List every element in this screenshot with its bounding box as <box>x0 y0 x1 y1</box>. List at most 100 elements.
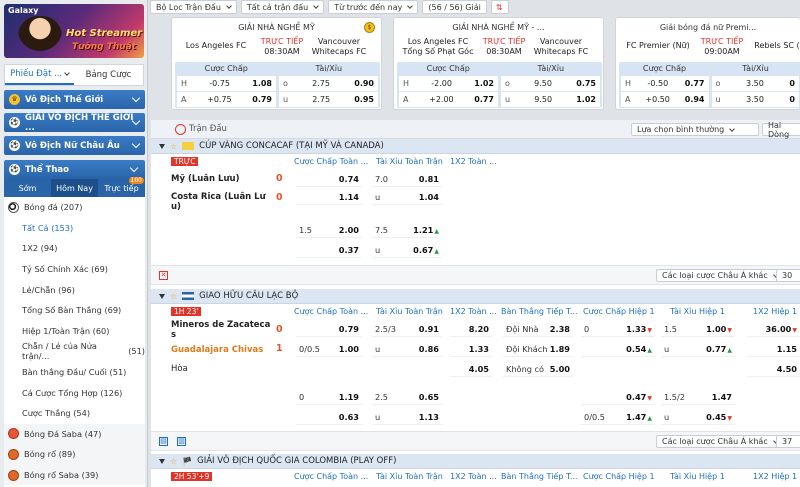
odds-cell[interactable]: 0.37 <box>296 242 362 258</box>
tab-live[interactable]: Trực tiếp 100 <box>98 177 145 197</box>
odds-cell[interactable]: 0/0.5 1.47▲ <box>581 409 655 425</box>
sport-item-saba-basketball[interactable]: Bóng rổ Saba (39) <box>4 464 145 486</box>
coin-icon[interactable]: $ <box>364 22 375 33</box>
odds-cell[interactable]: u 1.04 <box>372 189 442 205</box>
odds-cell[interactable]: 0.54▲ <box>581 341 655 357</box>
odds-cell[interactable]: 4.05 <box>450 361 492 377</box>
odds-cell[interactable]: 36.00▼ <box>747 321 800 337</box>
match-type-select[interactable]: Tất cả trận đấu <box>240 0 325 14</box>
market-item-correct-score[interactable]: Tỷ Số Chính Xác (69) <box>4 259 145 280</box>
market-count[interactable]: 30 <box>776 269 800 282</box>
market-item-all[interactable]: Tất Cả (153) <box>4 218 145 239</box>
away-score: 1 <box>276 343 283 354</box>
order-select[interactable]: Từ trước đến nay <box>328 0 419 14</box>
star-icon[interactable]: ☆ <box>170 292 177 301</box>
odds-cell[interactable]: 0/0.5 1.00 <box>296 341 362 357</box>
sports-header[interactable]: ⚽ Thể Thao <box>4 160 145 179</box>
alt-line-row: 1.5 2.00 7.5 1.21▲ <box>151 220 800 240</box>
view-select[interactable]: Hai Dòng <box>762 121 800 139</box>
odds-cell[interactable]: u 0.77▲ <box>661 341 735 357</box>
odds-cell[interactable]: o 2.75 0.90 <box>279 76 378 91</box>
sport-item-saba-football[interactable]: Bóng Đá Saba (47) <box>4 423 145 445</box>
odds-cell[interactable]: H -2.00 1.02 <box>399 76 498 91</box>
odds-cell[interactable]: 0 1.19 <box>296 389 362 405</box>
odds-cell[interactable]: u 0.86 <box>372 341 442 357</box>
match-filter-select[interactable]: Bộ Lọc Trận Đấu <box>150 0 237 14</box>
chart-icon[interactable]: ▥ <box>177 437 186 446</box>
stats-icon[interactable]: ▤ <box>159 437 168 446</box>
sport-item-football[interactable]: Bóng đá (207) <box>4 197 145 218</box>
match-row: Guadalajara Chivas 1 0/0.5 1.00 u 0.86 1.3… <box>151 339 800 359</box>
odds-cell[interactable]: 1.5 2.00 <box>296 222 362 238</box>
tab-today[interactable]: Hôm Nay <box>51 179 98 197</box>
odds-cell[interactable]: u 1.13 <box>372 409 442 425</box>
market-item-1x2[interactable]: 1X2 (94) <box>4 238 145 259</box>
league-header[interactable]: ☆ 🏴 GIẢI VÔ ĐỊCH QUỐC GIA COLOMBIA (PLAY O… <box>151 454 800 469</box>
more-markets-select[interactable]: Các loại cược Châu Á khác <box>656 435 784 448</box>
odds-cell[interactable]: o 9.50 0.75 <box>501 76 600 91</box>
odds-cell[interactable]: 0.47▼ <box>581 389 655 405</box>
odds-cell[interactable]: o 3.50 0 <box>711 76 799 91</box>
odds-cell[interactable]: Đội Khách 1.89 <box>503 341 573 357</box>
market-item-first-last-goal[interactable]: Bàn thắng Đầu/ Cuối (51) <box>4 362 145 383</box>
sort-select[interactable]: Lựa chọn bình thường <box>631 123 759 136</box>
odds-cell[interactable]: 2.5/3 0.91 <box>372 321 442 337</box>
market-item-odd-even[interactable]: Lẻ/Chẵn (96) <box>4 279 145 300</box>
odds-cell[interactable]: u 0.67▲ <box>372 242 442 258</box>
card-odds: Cược Chấp Tài/Xỉu H -0.75 1.08 o 2.75 0.90 A +0… <box>175 62 380 108</box>
odds-cell[interactable]: 0 1.33▼ <box>581 321 655 337</box>
close-icon[interactable]: ✕ <box>159 271 168 280</box>
odds-cell[interactable]: 1.5/2 1.47 <box>661 389 735 405</box>
promo-banner[interactable]: Galaxy Hot Streamer Tướng Thuật <box>4 4 144 58</box>
sport-item-basketball[interactable]: Bóng rổ (89) <box>4 444 145 465</box>
odds-cell[interactable]: 7.5 1.21▲ <box>372 222 442 238</box>
league-count-button[interactable]: (56 / 56) Giải <box>422 0 487 14</box>
odds-cell[interactable]: H -0.75 1.08 <box>177 76 276 91</box>
market-item-outright[interactable]: Cược Thắng (54) <box>4 403 145 424</box>
market-item-ht-ft[interactable]: Hiệp 1/Toàn Trận (60) <box>4 321 145 342</box>
featured-match-card[interactable]: GIẢI NHÀ NGHỀ MỸ - ... Los Angeles FC Tổ… <box>393 17 604 110</box>
odds-cell[interactable]: 8.20 <box>450 321 492 337</box>
category-world-championship[interactable]: ⚽ GIẢI VÔ ĐỊCH THẾ GIỚI ... <box>4 113 145 133</box>
live-tag: 2H 53'+9 <box>171 472 213 481</box>
odds-cell[interactable]: u 9.50 1.02 <box>501 92 600 107</box>
odds-cell[interactable]: A +0.50 0.94 <box>621 92 709 107</box>
tab-betslip[interactable]: Phiếu Đặt ... <box>5 65 74 85</box>
category-women-euro[interactable]: ⚽ Vô Địch Nữ Châu Âu <box>4 136 145 155</box>
odds-cell[interactable]: 0.63 <box>296 409 362 425</box>
market-count[interactable]: 37 <box>776 435 800 448</box>
odds-cell[interactable]: 1.5 1.00▼ <box>661 321 735 337</box>
star-icon[interactable]: ☆ <box>170 457 177 466</box>
odds-cell[interactable]: 1.14 <box>296 189 362 205</box>
collapse-icon <box>159 143 165 149</box>
odds-cell[interactable]: u 0.45▼ <box>661 409 735 425</box>
more-markets-select[interactable]: Các loại cược Châu Á khác <box>656 269 784 282</box>
odds-cell[interactable]: 2.5 0.65 <box>372 389 442 405</box>
odds-cell[interactable]: Không có 5.00 <box>503 361 573 377</box>
league-header[interactable]: ☆ GIAO HỮU CÂU LẠC BỘ <box>151 289 800 304</box>
featured-match-card[interactable]: Giải bóng đá nữ Premi... FC Premier (Nữ)… <box>615 17 800 110</box>
odds-cell[interactable]: A +2.00 0.77 <box>399 92 498 107</box>
odds-cell[interactable]: A +0.75 0.79 <box>177 92 276 107</box>
odds-cell[interactable]: Đội Nhà 2.38 <box>503 321 573 337</box>
star-icon[interactable]: ☆ <box>170 142 177 151</box>
market-item-mix-parlay[interactable]: Cá Cược Tổng Hợp (126) <box>4 382 145 403</box>
category-world-cup[interactable]: ♛ Vô Địch Thế Giới <box>4 90 145 109</box>
league-header[interactable]: ☆ CÚP VÀNG CONCACAF (TẠI MỸ VÀ CANADA) <box>151 139 800 154</box>
odds-cell[interactable]: 0.74 <box>296 171 362 187</box>
featured-match-card[interactable]: GIẢI NHÀ NGHỀ MỸ $ Los Angeles FC TRỰC T… <box>171 17 382 110</box>
tab-bet-list[interactable]: Bảng Cược <box>74 65 143 85</box>
market-item-half-odd-even[interactable]: Chẵn / Lẻ của Nửa trận/... (51) <box>4 341 145 362</box>
odds-cell[interactable]: 4.50 <box>747 361 800 377</box>
sort-icon[interactable]: ⇅ <box>490 0 509 14</box>
odds-cell[interactable]: 1.33 <box>450 341 492 357</box>
live-tag: TRỰC <box>171 157 199 166</box>
tab-early[interactable]: Sớm <box>4 179 51 197</box>
odds-cell[interactable]: 7.0 0.81 <box>372 171 442 187</box>
odds-cell[interactable]: u 3.50 0 <box>711 92 799 107</box>
odds-cell[interactable]: 0.79 <box>296 321 362 337</box>
odds-cell[interactable]: H -0.50 0.77 <box>621 76 709 91</box>
odds-cell[interactable]: u 2.75 0.95 <box>279 92 378 107</box>
market-item-total-goals[interactable]: Tổng Số Bàn Thắng (69) <box>4 300 145 321</box>
odds-cell[interactable]: 1.15 <box>747 341 800 357</box>
